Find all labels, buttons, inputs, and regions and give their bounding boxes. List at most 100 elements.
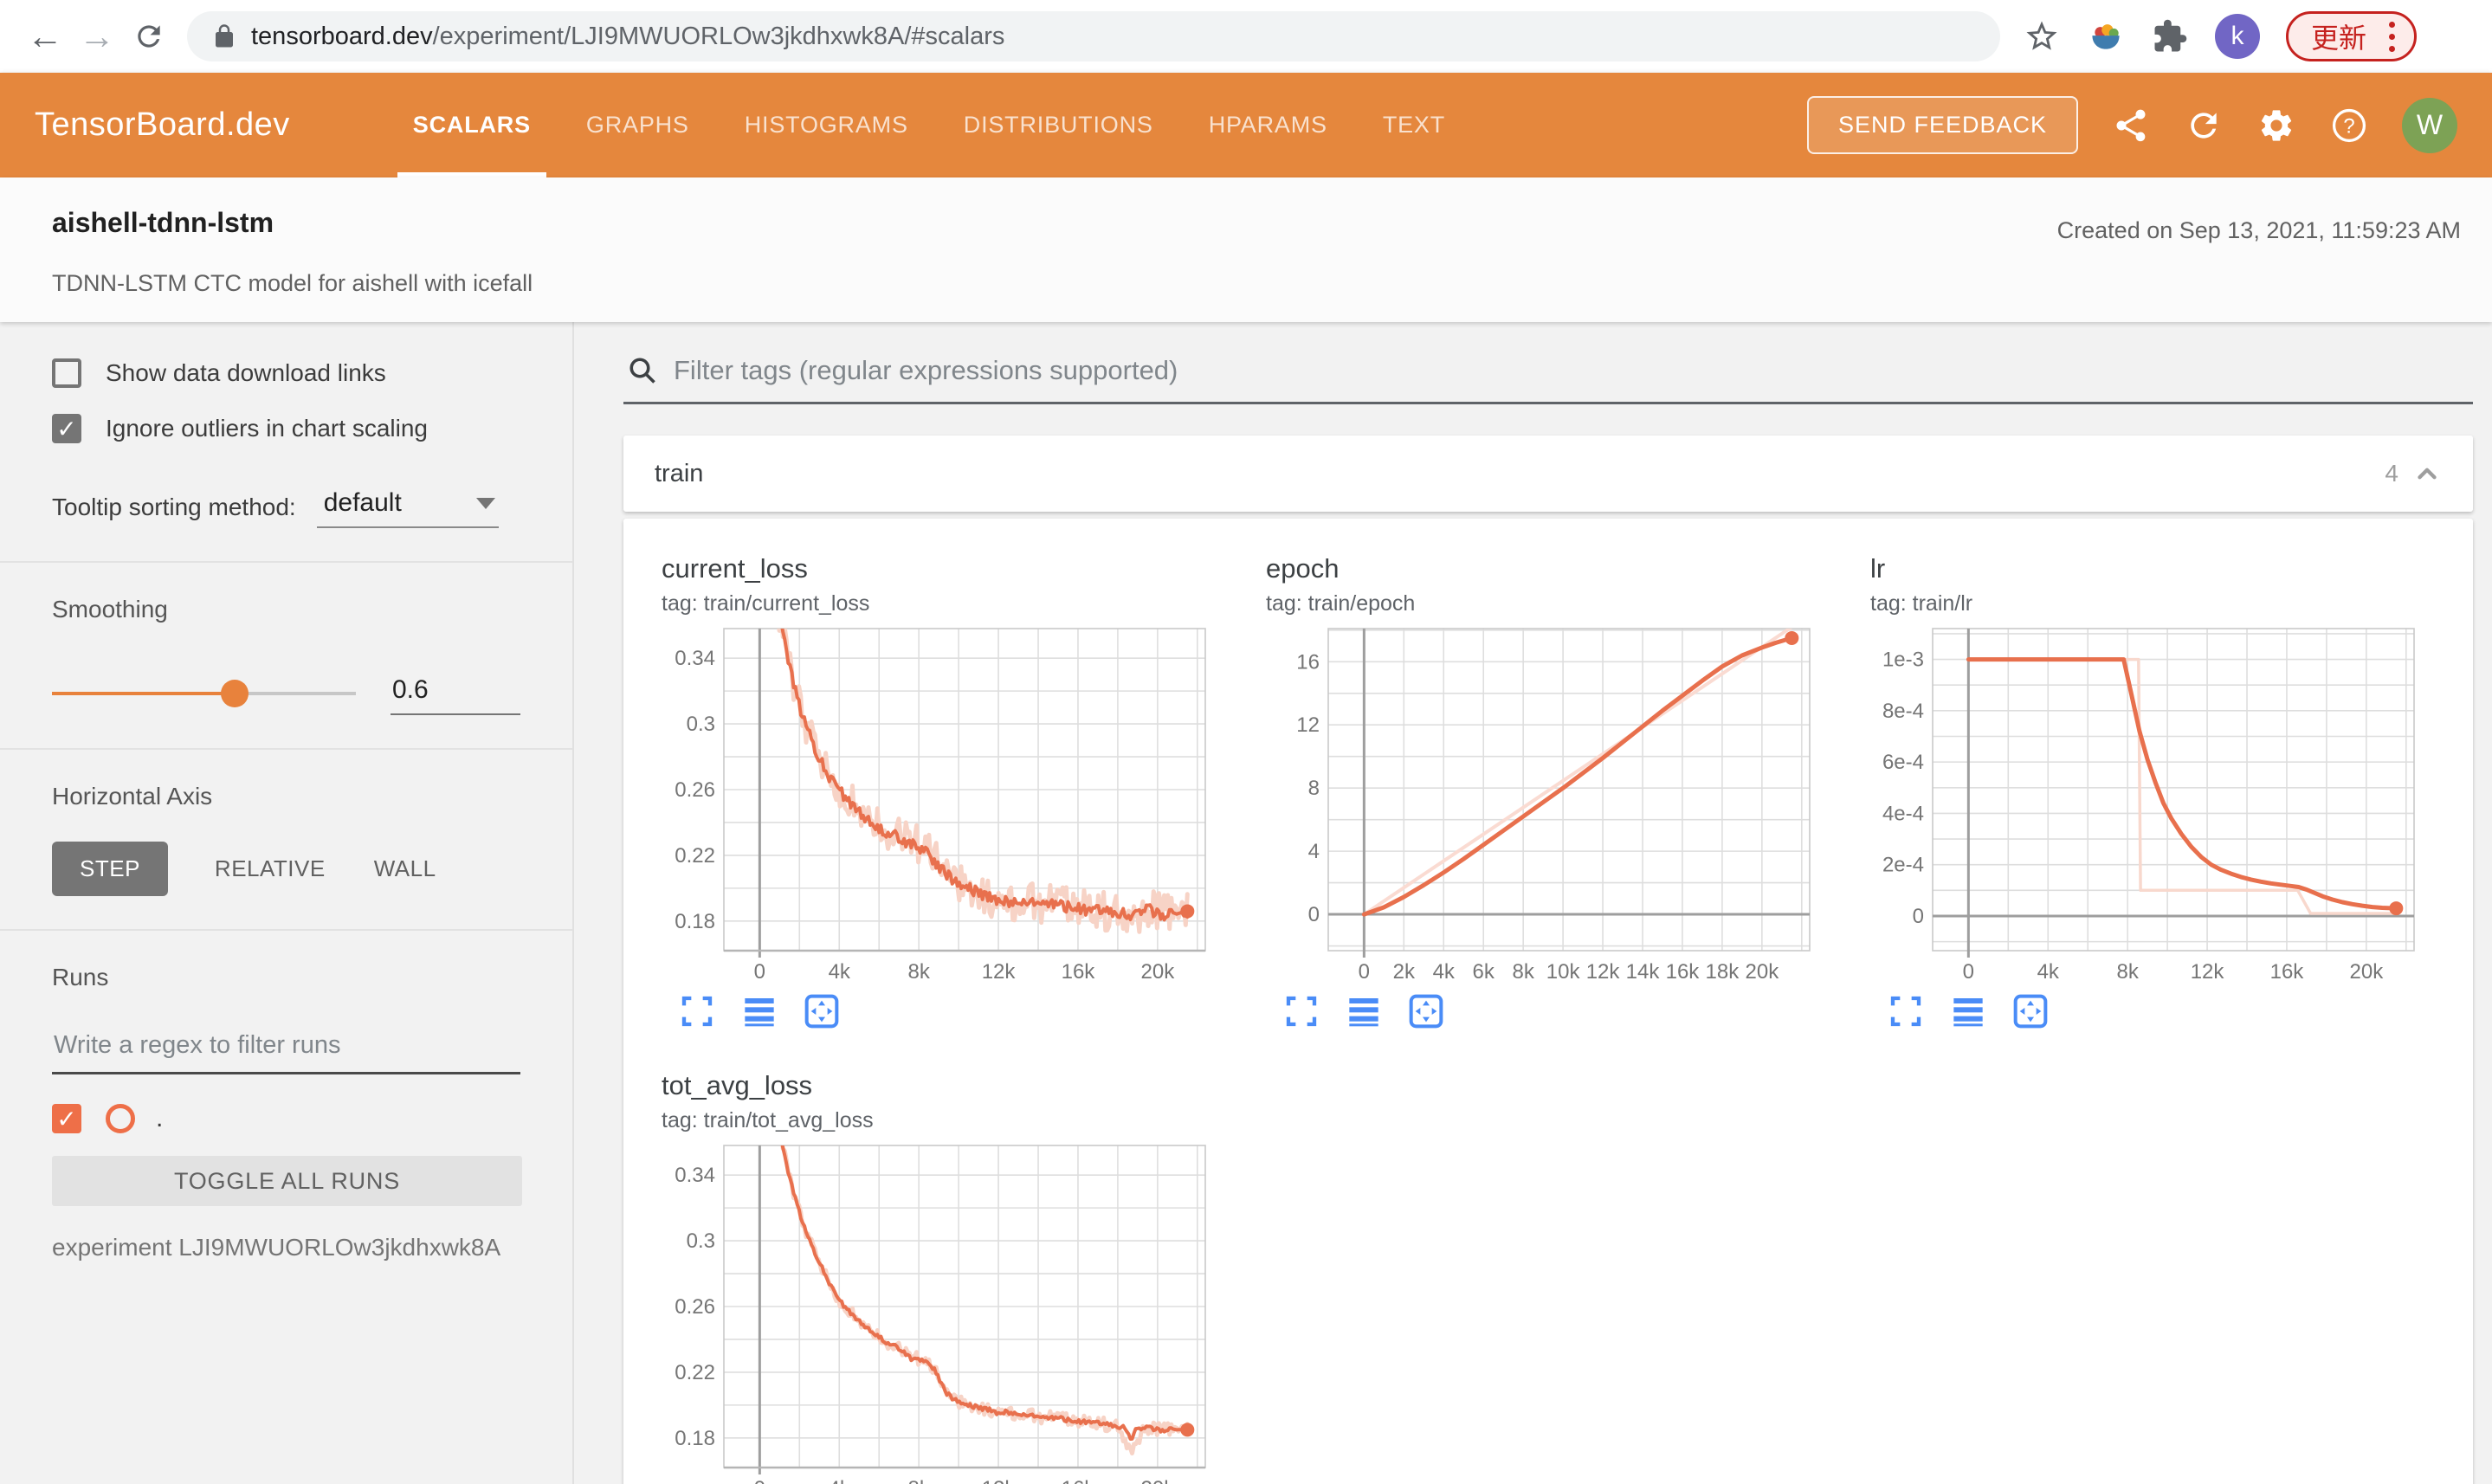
smoothing-slider[interactable] <box>52 680 356 707</box>
tab-text[interactable]: TEXT <box>1355 73 1473 177</box>
tab-scalars[interactable]: SCALARS <box>385 73 558 177</box>
smoothing-label: Smoothing <box>52 596 168 623</box>
svg-text:8k: 8k <box>2116 960 2139 984</box>
chart-actions <box>1249 992 1837 1032</box>
back-icon[interactable]: ← <box>19 10 71 62</box>
search-icon <box>629 358 655 384</box>
svg-text:4k: 4k <box>1433 960 1456 984</box>
chart-title: lr <box>1870 553 1886 584</box>
runs-filter-input[interactable] <box>52 1026 520 1074</box>
toggle-all-runs-button[interactable]: TOGGLE ALL RUNS <box>52 1156 522 1206</box>
log-scale-icon[interactable] <box>1948 992 1988 1032</box>
created-timestamp: Created on Sep 13, 2021, 11:59:23 AM <box>2056 217 2461 243</box>
main-panel: train 4 current_loss tag: train/current_… <box>574 322 2492 1484</box>
tab-hparams[interactable]: HPARAMS <box>1181 73 1355 177</box>
tab-bar: SCALARS GRAPHS HISTOGRAMS DISTRIBUTIONS … <box>385 73 1473 177</box>
fit-domain-icon[interactable] <box>1406 992 1446 1032</box>
axis-relative-button[interactable]: RELATIVE <box>190 842 350 896</box>
log-scale-icon[interactable] <box>1344 992 1384 1032</box>
log-scale-icon[interactable] <box>739 992 779 1032</box>
chart-title: tot_avg_loss <box>662 1070 813 1100</box>
tag-filter-input[interactable] <box>674 355 2469 386</box>
svg-text:0.3: 0.3 <box>687 1229 715 1253</box>
chart-card-current-loss: current_loss tag: train/current_loss 0 4k… <box>644 553 1233 1032</box>
axis-step-button[interactable]: STEP <box>52 842 168 896</box>
svg-text:4k: 4k <box>829 960 851 984</box>
charts-grid: current_loss tag: train/current_loss 0 4k… <box>644 553 2452 1484</box>
svg-text:16k: 16k <box>2270 960 2305 984</box>
chart-tag: tag: train/epoch <box>1266 591 1416 616</box>
svg-text:18k: 18k <box>1706 960 1740 984</box>
svg-text:16k: 16k <box>1062 1477 1096 1484</box>
show-download-checkbox[interactable] <box>52 358 81 388</box>
share-icon[interactable] <box>2111 106 2151 145</box>
expand-chart-icon[interactable] <box>1282 992 1321 1032</box>
smoothing-value-input[interactable] <box>391 672 520 715</box>
svg-text:0: 0 <box>1913 905 1924 928</box>
fit-domain-icon[interactable] <box>802 992 842 1032</box>
svg-text:8k: 8k <box>907 960 930 984</box>
browser-profile-avatar[interactable]: k <box>2215 14 2260 59</box>
tag-group-train-header[interactable]: train 4 <box>623 436 2473 512</box>
svg-text:8k: 8k <box>907 1477 930 1484</box>
expand-chart-icon[interactable] <box>1886 992 1926 1032</box>
svg-text:10k: 10k <box>1546 960 1581 984</box>
reload-icon[interactable] <box>123 10 175 62</box>
fit-domain-icon[interactable] <box>2011 992 2050 1032</box>
svg-text:1e-3: 1e-3 <box>1882 648 1924 672</box>
svg-text:0.22: 0.22 <box>675 844 715 868</box>
svg-text:0: 0 <box>754 1477 765 1484</box>
svg-text:?: ? <box>2343 114 2354 138</box>
tab-graphs[interactable]: GRAPHS <box>558 73 717 177</box>
svg-text:20k: 20k <box>1141 1477 1176 1484</box>
extension-bowl-icon[interactable] <box>2087 17 2125 55</box>
app-logo[interactable]: TensorBoard.dev <box>35 106 290 144</box>
chart-canvas-lr[interactable]: 0 4k 8k 12k 16k 20k 0 2e-4 4e-4 6e-4 8e-4 1e-3 <box>1853 620 2424 987</box>
forward-icon[interactable]: → <box>71 10 123 62</box>
run-checkbox[interactable]: ✓ <box>52 1104 81 1133</box>
chevron-up-icon[interactable] <box>2412 459 2442 488</box>
address-bar[interactable]: tensorboard.dev/experiment/LJI9MWUORLOw3… <box>187 11 2000 61</box>
tooltip-sort-dropdown[interactable]: default <box>316 487 499 528</box>
refresh-icon[interactable] <box>2184 106 2224 145</box>
axis-wall-button[interactable]: WALL <box>350 842 461 896</box>
toolbar-right: k 更新 <box>2023 11 2418 61</box>
extensions-puzzle-icon[interactable] <box>2151 17 2189 55</box>
svg-text:12: 12 <box>1296 713 1320 737</box>
experiment-description: TDNN-LSTM CTC model for aishell with ice… <box>52 270 533 296</box>
help-icon[interactable]: ? <box>2329 106 2369 145</box>
chart-canvas-current-loss[interactable]: 0 4k 8k 12k 16k 20k 0.18 0.22 0.26 0.3 0.34 <box>644 620 1216 987</box>
header-actions: SEND FEEDBACK ? W <box>1806 96 2457 154</box>
tab-distributions[interactable]: DISTRIBUTIONS <box>936 73 1181 177</box>
tag-group-count: 4 <box>2385 460 2398 487</box>
runs-filter <box>52 1026 520 1074</box>
tab-histograms[interactable]: HISTOGRAMS <box>717 73 936 177</box>
svg-text:0.3: 0.3 <box>687 713 715 736</box>
browser-menu-icon[interactable] <box>2389 21 2396 52</box>
svg-text:6k: 6k <box>1473 960 1495 984</box>
svg-text:0.18: 0.18 <box>675 1427 715 1450</box>
horizontal-axis-label: Horizontal Axis <box>52 783 213 810</box>
svg-text:0.34: 0.34 <box>675 1164 715 1187</box>
charts-card: current_loss tag: train/current_loss 0 4k… <box>623 519 2473 1484</box>
smoothing-slider-thumb[interactable] <box>220 680 249 707</box>
settings-gear-icon[interactable] <box>2256 106 2296 145</box>
check-icon: ✓ <box>56 415 77 442</box>
bookmark-star-icon[interactable] <box>2023 17 2061 55</box>
svg-text:8: 8 <box>1308 777 1320 800</box>
ignore-outliers-row: ✓ Ignore outliers in chart scaling <box>0 414 572 443</box>
run-color-swatch <box>106 1104 135 1133</box>
chrome-update-button[interactable]: 更新 <box>2286 11 2418 61</box>
ignore-outliers-checkbox[interactable]: ✓ <box>52 414 81 443</box>
svg-text:0.34: 0.34 <box>675 647 715 670</box>
svg-text:20k: 20k <box>1746 960 1780 984</box>
chart-card-tot-avg-loss: tot_avg_loss tag: train/tot_avg_loss 0 4k… <box>644 1070 1233 1484</box>
svg-text:12k: 12k <box>982 960 1017 984</box>
svg-text:0: 0 <box>1359 960 1370 984</box>
user-avatar[interactable]: W <box>2402 97 2457 153</box>
expand-chart-icon[interactable] <box>677 992 717 1032</box>
svg-text:20k: 20k <box>1141 960 1176 984</box>
send-feedback-button[interactable]: SEND FEEDBACK <box>1806 96 2078 154</box>
chart-canvas-epoch[interactable]: 0 2k 4k 6k 8k 10k 12k 14k 16k 18k 20k 0 4 8 12 16 <box>1249 620 1820 987</box>
chart-canvas-tot-avg-loss[interactable]: 0 4k 8k 12k 16k 20k 0.18 0.22 0.26 0.3 0.34 <box>644 1137 1216 1484</box>
